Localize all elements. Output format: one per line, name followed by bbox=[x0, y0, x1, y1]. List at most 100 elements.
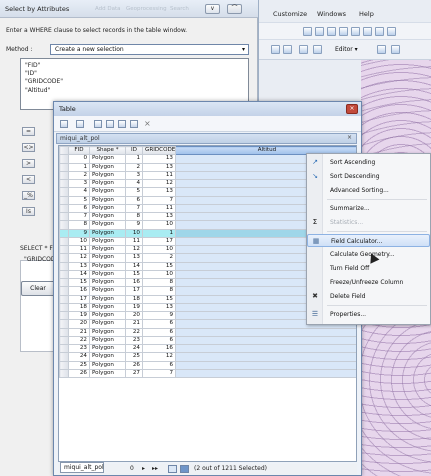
cell-shape[interactable]: Polygon bbox=[89, 294, 126, 304]
table-row[interactable]: 23 Polygon 24 16 bbox=[59, 343, 356, 354]
field-item[interactable]: "GRIDCODE" bbox=[25, 78, 244, 86]
row-selector[interactable] bbox=[59, 170, 69, 181]
row-selector[interactable] bbox=[59, 343, 69, 354]
cell-shape[interactable]: Polygon bbox=[89, 319, 126, 329]
field-item[interactable]: "FID" bbox=[25, 62, 244, 70]
cell-id[interactable]: 11 bbox=[125, 236, 143, 247]
cell-shape[interactable]: Polygon bbox=[89, 154, 126, 164]
cell-fid[interactable]: 3 bbox=[68, 178, 90, 189]
search-window-icon[interactable] bbox=[363, 27, 372, 36]
cell-gridcode[interactable]: 11 bbox=[142, 203, 176, 214]
row-selector[interactable] bbox=[59, 228, 69, 238]
dialog-titlebar[interactable]: Select by Attributes Add Data Geoprocess… bbox=[0, 0, 258, 18]
operator-like-button[interactable]: _% bbox=[22, 191, 35, 200]
cell-id[interactable]: 12 bbox=[125, 244, 143, 255]
cell-id[interactable]: 15 bbox=[125, 269, 143, 280]
cell-fid[interactable]: 14 bbox=[68, 269, 90, 280]
cell-id[interactable]: 1 bbox=[125, 154, 143, 164]
cell-shape[interactable]: Polygon bbox=[89, 368, 126, 379]
cell-id[interactable]: 24 bbox=[125, 343, 143, 354]
bottom-table-tab[interactable]: miqui_alt_pol bbox=[60, 462, 104, 473]
cell-fid[interactable]: 1 bbox=[68, 162, 90, 172]
cell-altitud[interactable] bbox=[175, 343, 356, 354]
table-row[interactable]: 22 Polygon 23 6 bbox=[59, 335, 356, 346]
menu-item-properties[interactable]: ☰ Properties... bbox=[307, 308, 430, 321]
cell-gridcode[interactable]: 6 bbox=[142, 327, 176, 337]
operator-greater-button[interactable]: > bbox=[22, 159, 35, 168]
cell-shape[interactable]: Polygon bbox=[89, 360, 126, 370]
cell-fid[interactable]: 0 bbox=[68, 154, 90, 164]
show-selected-records-icon[interactable] bbox=[180, 465, 189, 473]
cell-gridcode[interactable]: 15 bbox=[142, 261, 176, 271]
cell-id[interactable]: 13 bbox=[125, 253, 143, 263]
cell-gridcode[interactable]: 7 bbox=[142, 195, 176, 205]
next-record-button[interactable]: ▸ bbox=[142, 465, 145, 472]
cell-id[interactable]: 17 bbox=[125, 286, 143, 296]
switch-selection-icon[interactable] bbox=[106, 120, 114, 128]
table-of-contents-icon[interactable] bbox=[339, 27, 348, 36]
cell-shape[interactable]: Polygon bbox=[89, 310, 126, 321]
cell-altitud[interactable] bbox=[175, 368, 356, 379]
cell-id[interactable]: 25 bbox=[125, 352, 143, 362]
close-icon[interactable]: × bbox=[347, 134, 352, 141]
cell-fid[interactable]: 13 bbox=[68, 261, 90, 271]
column-header-gridcode[interactable]: GRIDCODE bbox=[142, 146, 176, 156]
cell-shape[interactable]: Polygon bbox=[89, 244, 126, 255]
row-selector[interactable] bbox=[59, 253, 69, 263]
field-item[interactable]: "Altitud" bbox=[25, 87, 244, 95]
cell-id[interactable]: 4 bbox=[125, 178, 143, 189]
cell-gridcode[interactable]: 6 bbox=[142, 335, 176, 346]
cell-shape[interactable]: Polygon bbox=[89, 236, 126, 247]
cell-fid[interactable]: 9 bbox=[68, 228, 90, 238]
select-features-icon[interactable] bbox=[313, 45, 322, 54]
cell-gridcode[interactable]: 11 bbox=[142, 170, 176, 181]
cell-id[interactable]: 7 bbox=[125, 203, 143, 214]
cell-shape[interactable]: Polygon bbox=[89, 302, 126, 313]
cell-gridcode[interactable]: 12 bbox=[142, 178, 176, 189]
row-selector[interactable] bbox=[59, 220, 69, 230]
row-selector[interactable] bbox=[59, 319, 69, 329]
select-by-attributes-icon[interactable] bbox=[94, 120, 102, 128]
row-selector[interactable] bbox=[59, 294, 69, 304]
clear-selection-icon[interactable] bbox=[118, 120, 126, 128]
cell-shape[interactable]: Polygon bbox=[89, 228, 126, 238]
cell-shape[interactable]: Polygon bbox=[89, 195, 126, 205]
cell-altitud[interactable] bbox=[175, 352, 356, 362]
cell-gridcode[interactable]: 17 bbox=[142, 236, 176, 247]
clear-button[interactable]: Clear bbox=[21, 281, 55, 296]
column-header-id[interactable]: ID bbox=[125, 146, 143, 156]
cell-gridcode[interactable]: 12 bbox=[142, 352, 176, 362]
row-selector[interactable] bbox=[59, 269, 69, 280]
row-selector[interactable] bbox=[59, 244, 69, 255]
python-icon[interactable] bbox=[387, 27, 396, 36]
cell-id[interactable]: 27 bbox=[125, 368, 143, 379]
cell-shape[interactable]: Polygon bbox=[89, 286, 126, 296]
row-selector[interactable] bbox=[59, 187, 69, 197]
cell-fid[interactable]: 4 bbox=[68, 187, 90, 197]
cell-id[interactable]: 19 bbox=[125, 302, 143, 313]
row-selector[interactable] bbox=[59, 236, 69, 247]
sketch-tool-icon[interactable] bbox=[391, 45, 400, 54]
cell-fid[interactable]: 2 bbox=[68, 170, 90, 181]
close-button[interactable]: ⌒ bbox=[227, 4, 242, 14]
row-selector[interactable] bbox=[59, 178, 69, 189]
new-icon[interactable] bbox=[303, 27, 312, 36]
menu-customize[interactable]: Customize bbox=[273, 10, 307, 18]
cell-fid[interactable]: 17 bbox=[68, 294, 90, 304]
operator-equals-button[interactable]: = bbox=[22, 127, 35, 136]
cell-fid[interactable]: 16 bbox=[68, 286, 90, 296]
cell-id[interactable]: 9 bbox=[125, 220, 143, 230]
cell-gridcode[interactable]: 15 bbox=[142, 294, 176, 304]
cell-fid[interactable]: 15 bbox=[68, 277, 90, 288]
cell-fid[interactable]: 7 bbox=[68, 211, 90, 222]
cell-shape[interactable]: Polygon bbox=[89, 253, 126, 263]
operator-less-button[interactable]: < bbox=[22, 175, 35, 184]
cell-fid[interactable]: 24 bbox=[68, 352, 90, 362]
cell-gridcode[interactable]: 6 bbox=[142, 319, 176, 329]
method-select[interactable]: Create a new selection ▾ bbox=[50, 44, 249, 55]
menu-item-summarize[interactable]: Summarize... bbox=[307, 202, 430, 215]
cell-id[interactable]: 6 bbox=[125, 195, 143, 205]
operator-is-button[interactable]: Is bbox=[22, 207, 35, 216]
show-all-records-icon[interactable] bbox=[168, 465, 177, 473]
cell-gridcode[interactable]: 9 bbox=[142, 310, 176, 321]
